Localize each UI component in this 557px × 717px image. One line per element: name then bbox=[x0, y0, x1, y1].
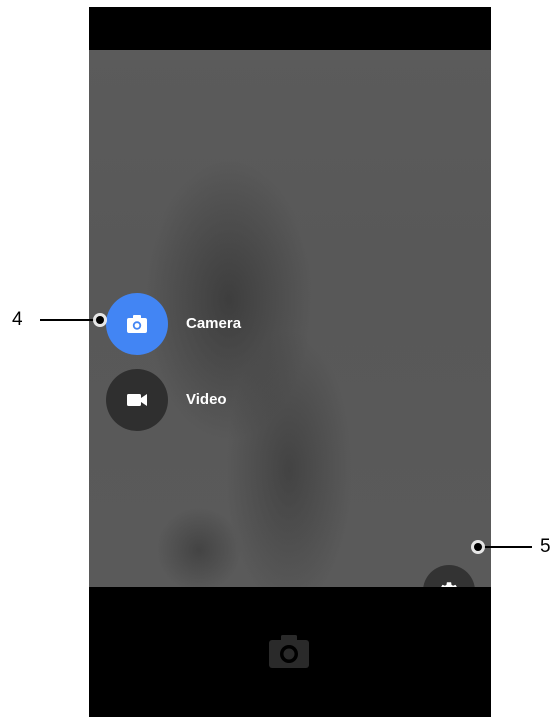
callout-number-settings: 5 bbox=[540, 536, 551, 557]
callout-leader-dot-mode-menu bbox=[96, 316, 104, 324]
bottom-controls-bar bbox=[89, 587, 491, 717]
camera-viewfinder[interactable]: Camera Video bbox=[89, 50, 491, 617]
manual-figure: Camera Video 4 5 bbox=[0, 0, 557, 717]
camera-icon bbox=[127, 315, 147, 333]
camera-mode-label[interactable]: Camera bbox=[186, 315, 241, 332]
camera-shutter-icon bbox=[269, 635, 309, 668]
video-camera-icon bbox=[127, 394, 147, 406]
callout-number-mode-menu: 4 bbox=[12, 309, 23, 330]
video-mode-label[interactable]: Video bbox=[186, 391, 227, 408]
shutter-button[interactable] bbox=[267, 633, 311, 669]
callout-leader-line-settings bbox=[478, 546, 532, 548]
phone-screen: Camera Video bbox=[89, 7, 491, 717]
status-bar bbox=[89, 7, 491, 50]
callout-leader-dot-settings bbox=[474, 543, 482, 551]
callout-leader-line-mode-menu bbox=[40, 319, 97, 321]
camera-mode-button[interactable] bbox=[106, 293, 168, 355]
video-mode-button[interactable] bbox=[106, 369, 168, 431]
